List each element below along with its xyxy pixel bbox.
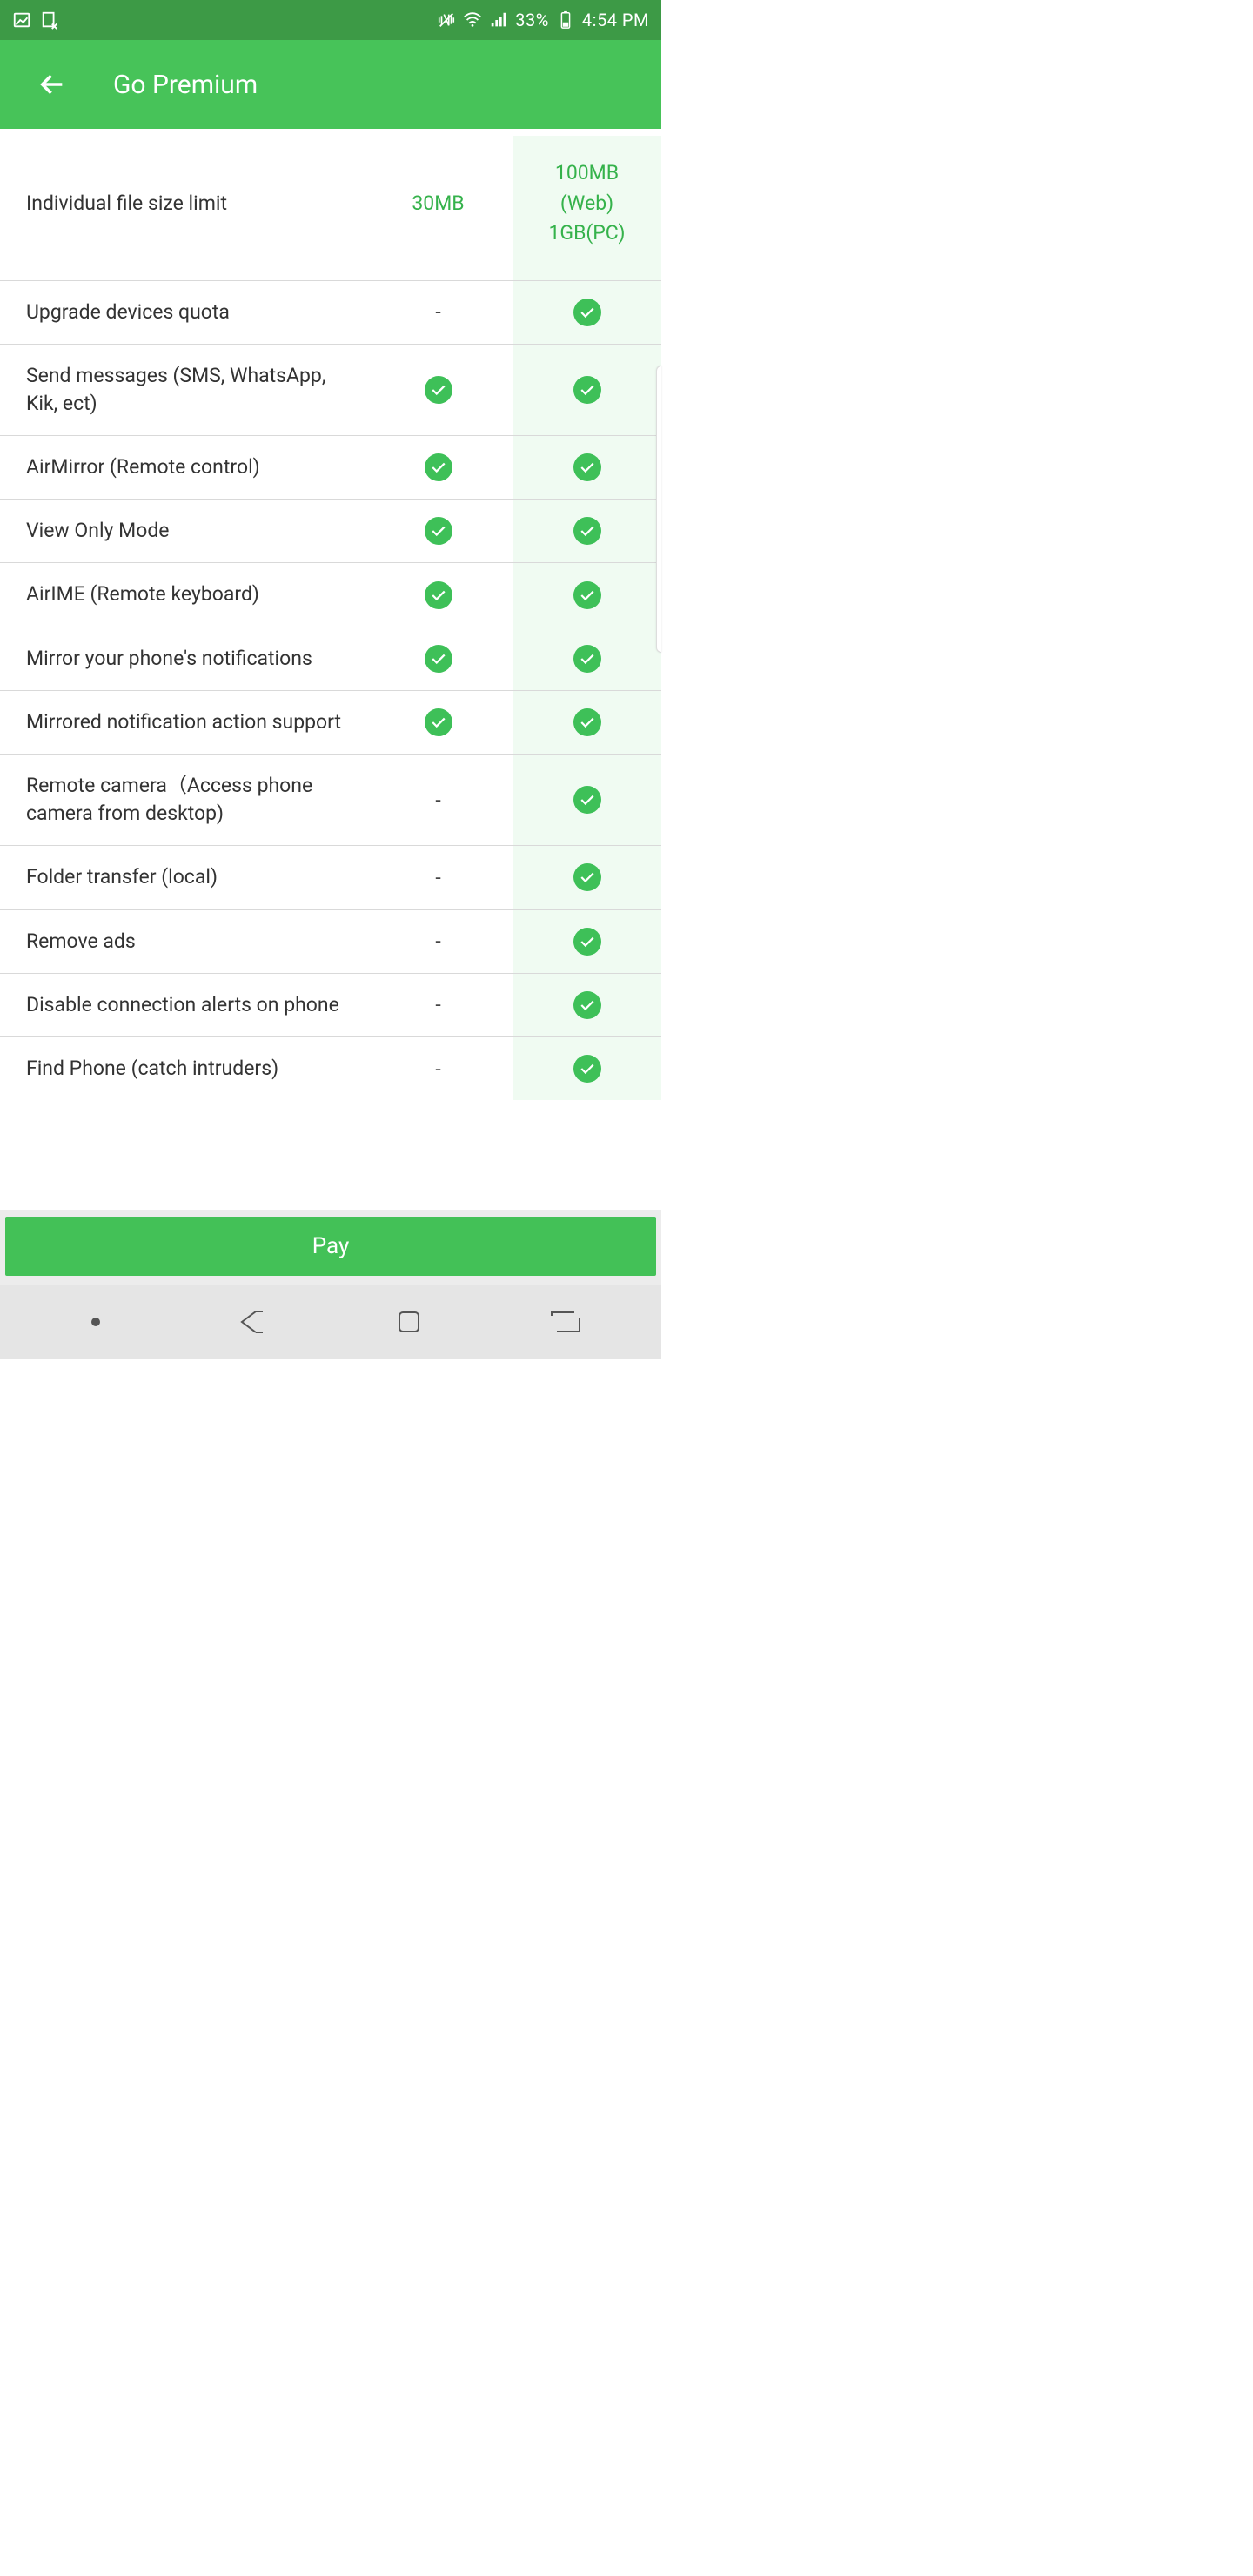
premium-value [513, 344, 661, 435]
premium-value [513, 436, 661, 500]
check-icon [425, 517, 452, 545]
scroll-indicator[interactable] [656, 366, 661, 653]
table-row: Individual file size limit30MB100MB (Web… [0, 136, 661, 280]
table-row: View Only Mode [0, 500, 661, 563]
free-value [364, 563, 513, 627]
premium-value [513, 846, 661, 909]
table-row: Mirror your phone's notifications [0, 627, 661, 690]
signal-icon [489, 10, 508, 30]
free-value [364, 436, 513, 500]
premium-value [513, 909, 661, 973]
table-row: Find Phone (catch intruders)- [0, 1036, 661, 1100]
feature-label: Disable connection alerts on phone [0, 973, 364, 1036]
check-icon [573, 786, 601, 814]
page-title: Go Premium [113, 70, 258, 100]
table-row: AirMirror (Remote control) [0, 436, 661, 500]
feature-label: Find Phone (catch intruders) [0, 1036, 364, 1100]
pay-label: Pay [312, 1233, 350, 1259]
feature-label: AirMirror (Remote control) [0, 436, 364, 500]
free-value: 30MB [364, 136, 513, 280]
check-icon [573, 517, 601, 545]
back-button[interactable] [33, 65, 71, 104]
feature-label: Upgrade devices quota [0, 280, 364, 344]
app-bar: Go Premium [0, 40, 661, 129]
free-value: - [364, 280, 513, 344]
check-icon [573, 453, 601, 481]
table-row: Remove ads- [0, 909, 661, 973]
feature-label: Mirrored notification action support [0, 690, 364, 754]
nav-recent-button[interactable] [539, 1305, 592, 1339]
pay-button[interactable]: Pay [5, 1217, 656, 1276]
check-icon [573, 1055, 601, 1083]
table-row: Upgrade devices quota- [0, 280, 661, 344]
feature-label: Send messages (SMS, WhatsApp, Kik, ect) [0, 344, 364, 435]
status-bar: 33% 4:54 PM [0, 0, 661, 40]
battery-icon [556, 10, 575, 30]
table-row: Send messages (SMS, WhatsApp, Kik, ect) [0, 344, 661, 435]
check-icon [425, 645, 452, 673]
check-icon [573, 708, 601, 736]
free-value [364, 500, 513, 563]
free-value: - [364, 755, 513, 846]
premium-value: 100MB (Web) 1GB(PC) [513, 136, 661, 280]
check-icon [573, 991, 601, 1019]
free-value: - [364, 973, 513, 1036]
feature-label: Mirror your phone's notifications [0, 627, 364, 690]
nav-menu-dot[interactable] [70, 1305, 122, 1339]
feature-label: AirIME (Remote keyboard) [0, 563, 364, 627]
nav-home-button[interactable] [383, 1305, 435, 1339]
premium-value [513, 690, 661, 754]
free-value [364, 690, 513, 754]
pay-bar: Pay [0, 1210, 661, 1285]
feature-label: Individual file size limit [0, 136, 364, 280]
nav-back-button[interactable] [226, 1305, 278, 1339]
feature-label: View Only Mode [0, 500, 364, 563]
check-icon [573, 645, 601, 673]
free-value [364, 627, 513, 690]
check-icon [425, 581, 452, 609]
check-icon [425, 376, 452, 404]
feature-comparison: Individual file size limit30MB100MB (Web… [0, 129, 661, 1100]
premium-value [513, 280, 661, 344]
table-row: AirIME (Remote keyboard) [0, 563, 661, 627]
wifi-icon [463, 10, 482, 30]
premium-value [513, 627, 661, 690]
picture-icon [12, 10, 31, 30]
premium-value [513, 973, 661, 1036]
feature-label: Remote camera（Access phone camera from d… [0, 755, 364, 846]
table-row: Folder transfer (local)- [0, 846, 661, 909]
check-icon [573, 581, 601, 609]
free-value [364, 344, 513, 435]
check-icon [573, 928, 601, 956]
feature-label: Remove ads [0, 909, 364, 973]
battery-percent: 33% [515, 10, 549, 30]
clock-text: 4:54 PM [582, 10, 649, 30]
check-icon [573, 299, 601, 326]
system-nav-bar [0, 1285, 661, 1359]
premium-value [513, 500, 661, 563]
check-icon [573, 376, 601, 404]
vibrate-mute-icon [437, 10, 456, 30]
table-row: Disable connection alerts on phone- [0, 973, 661, 1036]
check-icon [425, 708, 452, 736]
check-icon [573, 863, 601, 891]
premium-value [513, 755, 661, 846]
free-value: - [364, 846, 513, 909]
table-row: Remote camera（Access phone camera from d… [0, 755, 661, 846]
free-value: - [364, 909, 513, 973]
feature-label: Folder transfer (local) [0, 846, 364, 909]
premium-value [513, 563, 661, 627]
check-icon [425, 453, 452, 481]
table-row: Mirrored notification action support [0, 690, 661, 754]
premium-value [513, 1036, 661, 1100]
document-x-icon [40, 10, 59, 30]
free-value: - [364, 1036, 513, 1100]
